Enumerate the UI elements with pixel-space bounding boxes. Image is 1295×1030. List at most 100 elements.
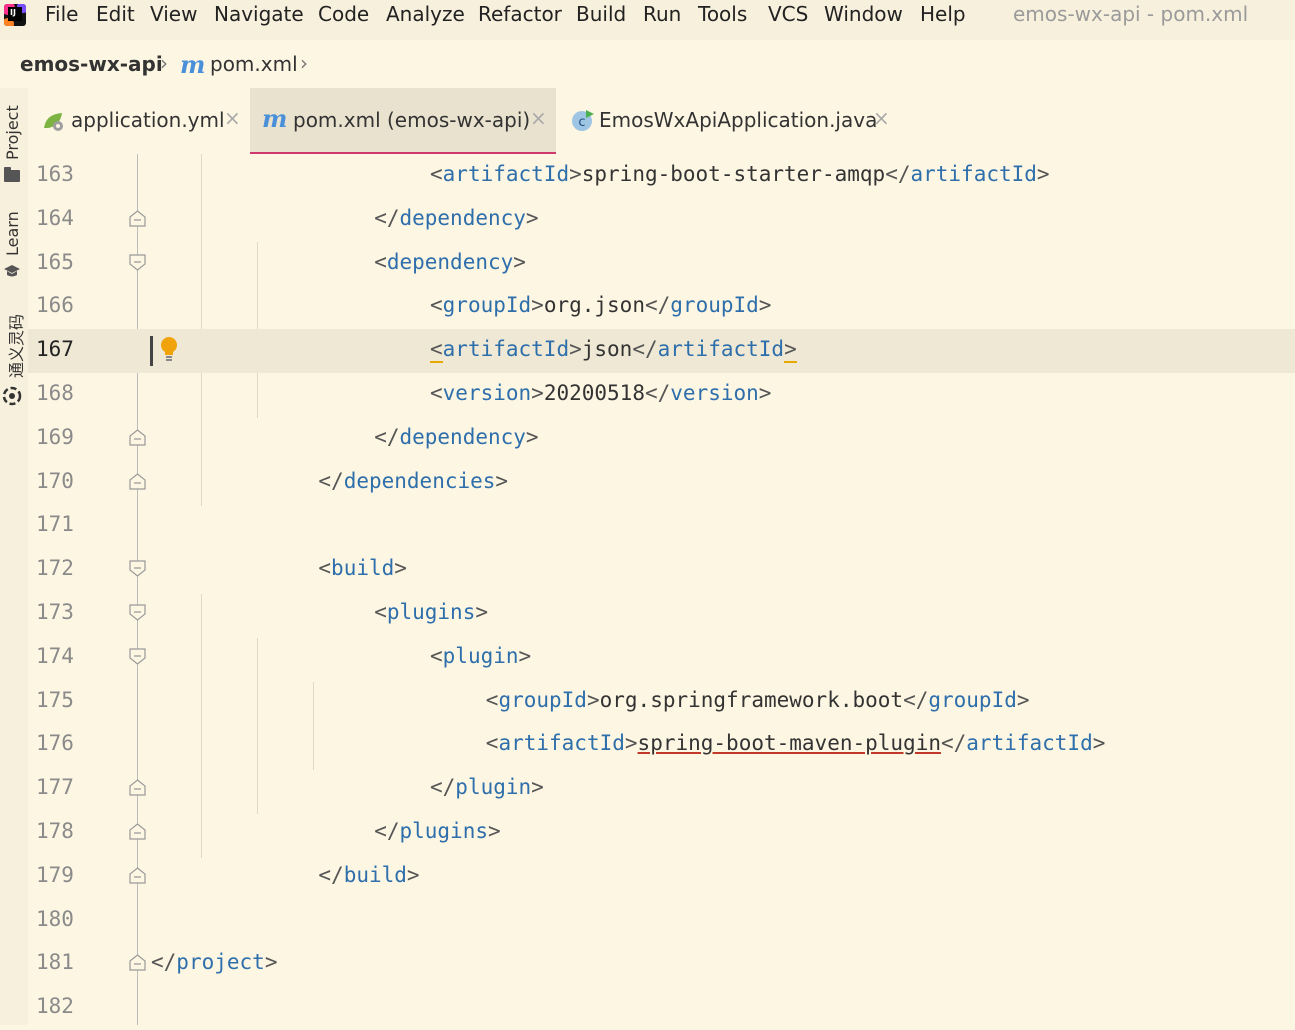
line-number[interactable]: 169 (36, 425, 82, 449)
code-text[interactable]: <artifactId>json</artifactId> (430, 337, 797, 364)
code-line[interactable]: 181 </project> (28, 942, 1295, 986)
line-number[interactable]: 178 (36, 819, 82, 843)
menu-help[interactable]: Help (920, 0, 966, 28)
code-text[interactable]: <plugin> (430, 644, 531, 668)
code-text[interactable]: </dependency> (374, 206, 538, 230)
fold-end-icon[interactable] (129, 472, 146, 490)
tab-pom-xml[interactable]: m pom.xml (emos-wx-api) × (250, 88, 556, 154)
tag-name: plugin (455, 775, 532, 800)
fold-end-icon[interactable] (129, 823, 146, 840)
code-text[interactable]: <groupId>org.springframework.boot</group… (486, 688, 1030, 712)
code-line[interactable]: 178 </plugins> (28, 811, 1295, 855)
fold-end-icon[interactable] (129, 429, 146, 446)
code-line[interactable]: 167 <artifactId>json</artifactId> (28, 329, 1295, 374)
breadcrumb-file[interactable]: pom.xml (210, 52, 298, 76)
line-number[interactable]: 170 (36, 469, 82, 493)
code-line[interactable]: 169 </dependency> (28, 417, 1295, 461)
lightbulb-icon[interactable] (159, 335, 179, 363)
fold-end-icon[interactable] (129, 867, 146, 884)
fold-collapse-icon[interactable] (129, 560, 146, 577)
code-line[interactable]: 164 </dependency> (28, 198, 1295, 242)
code-line[interactable]: 179 </build> (28, 855, 1295, 899)
learn-tool-label[interactable]: Learn (3, 211, 22, 256)
code-text[interactable]: <artifactId>spring-boot-starter-amqp</ar… (430, 162, 1050, 186)
line-number[interactable]: 175 (36, 688, 82, 712)
menu-window[interactable]: Window (824, 0, 903, 28)
line-number[interactable]: 165 (36, 250, 82, 274)
code-line[interactable]: 173 <plugins> (28, 592, 1295, 636)
code-text[interactable]: </project> (151, 950, 277, 974)
menu-analyze[interactable]: Analyze (386, 0, 465, 28)
line-number[interactable]: 173 (36, 600, 82, 624)
folder-icon[interactable] (4, 167, 20, 182)
menu-edit[interactable]: Edit (96, 0, 135, 28)
code-text[interactable]: <groupId>org.json</groupId> (430, 293, 771, 317)
line-number[interactable]: 177 (36, 775, 82, 799)
fold-collapse-icon[interactable] (129, 604, 146, 621)
code-line[interactable]: 171 (28, 504, 1295, 548)
line-number[interactable]: 164 (36, 206, 82, 230)
breadcrumb-project[interactable]: emos-wx-api (20, 52, 163, 76)
code-line[interactable]: 168 <version>20200518</version> (28, 373, 1295, 417)
project-tool-label[interactable]: Project (3, 105, 22, 160)
menu-tools[interactable]: Tools (698, 0, 747, 28)
menu-vcs[interactable]: VCS (768, 0, 808, 28)
code-text[interactable]: </build> (318, 863, 419, 887)
code-text[interactable]: <build> (318, 556, 407, 580)
code-editor[interactable]: 163 <artifactId>spring-boot-starter-amqp<… (28, 154, 1295, 1025)
code-line[interactable]: 165 <dependency> (28, 242, 1295, 286)
intellij-logo-icon[interactable]: IJ (4, 4, 26, 26)
line-number[interactable]: 182 (36, 994, 82, 1018)
line-number[interactable]: 179 (36, 863, 82, 887)
code-text[interactable]: <dependency> (374, 250, 526, 274)
line-number[interactable]: 180 (36, 907, 82, 931)
line-number[interactable]: 174 (36, 644, 82, 668)
line-number[interactable]: 168 (36, 381, 82, 405)
line-number[interactable]: 181 (36, 950, 82, 974)
line-number[interactable]: 166 (36, 293, 82, 317)
line-number[interactable]: 176 (36, 731, 82, 755)
code-line[interactable]: 170 </dependencies> (28, 461, 1295, 505)
tab-emoswxapiapplication-java[interactable]: c EmosWxApiApplication.java × (556, 88, 916, 152)
code-text[interactable]: <version>20200518</version> (430, 381, 771, 405)
tag-bracket: > (475, 600, 489, 624)
graduation-cap-icon[interactable] (4, 264, 20, 278)
code-line[interactable]: 175 <groupId>org.springframework.boot</gr… (28, 680, 1295, 724)
line-number[interactable]: 171 (36, 512, 82, 536)
code-line[interactable]: 166 <groupId>org.json</groupId> (28, 285, 1295, 329)
ai-assistant-icon[interactable] (2, 386, 22, 406)
fold-collapse-icon[interactable] (129, 648, 146, 665)
menu-run[interactable]: Run (643, 0, 681, 28)
code-text[interactable]: </plugin> (430, 775, 544, 799)
code-line[interactable]: 176 <artifactId>spring-boot-maven-plugin<… (28, 723, 1295, 767)
menu-build[interactable]: Build (576, 0, 626, 28)
line-number[interactable]: 172 (36, 556, 82, 580)
menu-file[interactable]: File (45, 0, 78, 28)
fold-end-icon[interactable] (129, 210, 146, 227)
code-text[interactable]: </plugins> (374, 819, 500, 843)
fold-end-icon[interactable] (129, 954, 146, 971)
code-line[interactable]: 180 (28, 899, 1295, 943)
fold-collapse-icon[interactable] (129, 253, 146, 271)
tab-application-yml[interactable]: application.yml × (28, 88, 250, 152)
menu-view[interactable]: View (150, 0, 197, 28)
ai-assistant-tool-label[interactable]: 通义灵码 (3, 314, 27, 378)
code-text[interactable]: <artifactId>spring-boot-maven-plugin</ar… (486, 731, 1106, 755)
close-icon[interactable]: × (224, 106, 241, 130)
menu-navigate[interactable]: Navigate (214, 0, 304, 28)
line-number[interactable]: 167 (36, 337, 82, 361)
code-line[interactable]: 182 (28, 986, 1295, 1030)
close-icon[interactable]: × (530, 106, 547, 130)
code-line[interactable]: 172 <build> (28, 548, 1295, 592)
code-text[interactable]: <plugins> (374, 600, 488, 624)
code-text[interactable]: </dependencies> (318, 469, 508, 493)
code-text[interactable]: </dependency> (374, 425, 538, 449)
fold-end-icon[interactable] (129, 779, 146, 796)
close-icon[interactable]: × (873, 106, 890, 130)
menu-code[interactable]: Code (318, 0, 369, 28)
code-line[interactable]: 177 </plugin> (28, 767, 1295, 811)
code-line[interactable]: 163 <artifactId>spring-boot-starter-amqp<… (28, 154, 1295, 198)
code-line[interactable]: 174 <plugin> (28, 636, 1295, 680)
menu-refactor[interactable]: Refactor (478, 0, 562, 28)
line-number[interactable]: 163 (36, 162, 82, 186)
